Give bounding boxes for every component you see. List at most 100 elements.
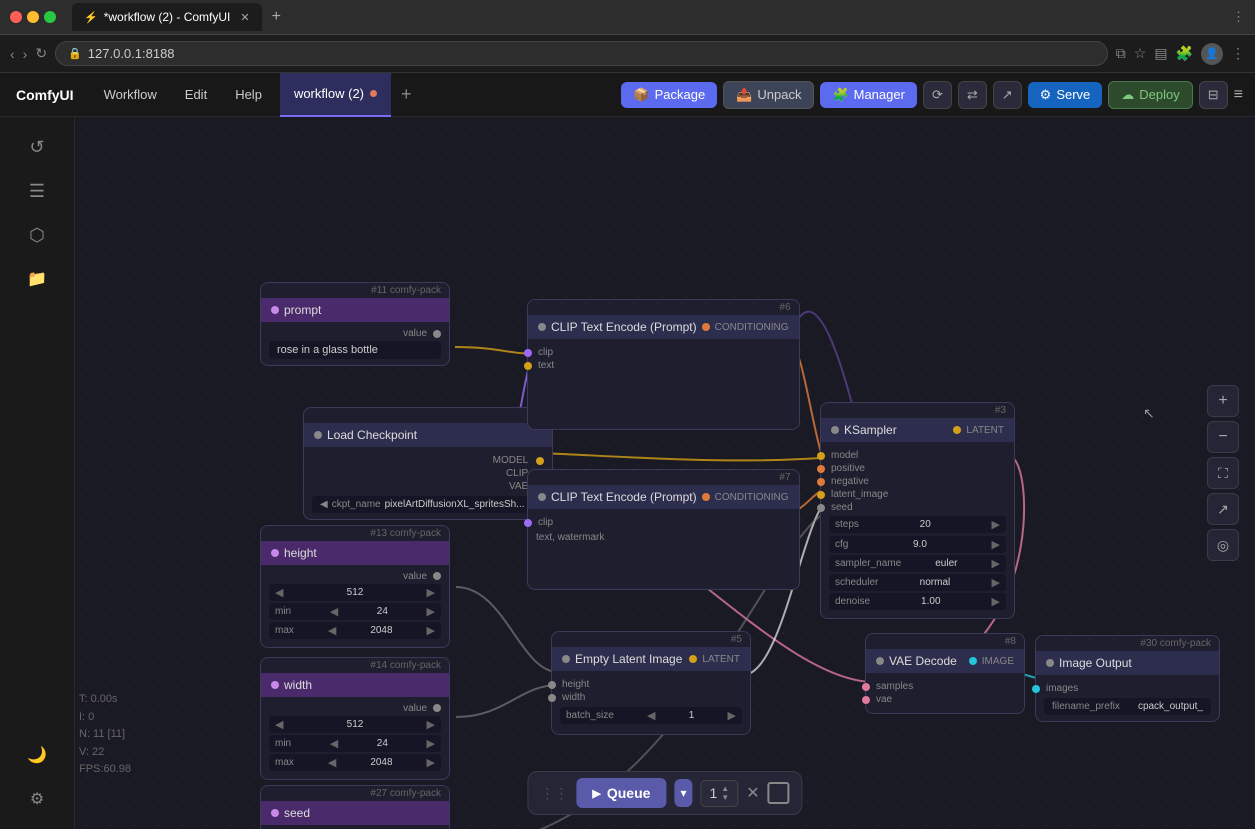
browser-menu-dots[interactable]: ⋮ — [1231, 45, 1245, 62]
bookmark-icon[interactable]: ☆ — [1134, 45, 1147, 62]
address-bar[interactable]: 🔒 127.0.0.1:8188 — [55, 41, 1108, 66]
node-prompt[interactable]: #11 comfy-pack prompt value rose in a gl… — [260, 282, 450, 366]
node-field-steps[interactable]: steps 20 ▶ — [829, 516, 1006, 533]
manager-button[interactable]: 🧩 Manager — [820, 82, 917, 108]
zoom-in-button[interactable]: + — [1207, 385, 1239, 417]
fullscreen-button[interactable]: ⛶ — [1207, 457, 1239, 489]
sidebar-toggle[interactable]: ⊟ — [1199, 81, 1228, 109]
app-menu-help[interactable]: Help — [221, 73, 276, 117]
node-field-width-min[interactable]: min ◀ 24 ▶ — [269, 735, 441, 752]
node-field-sampler[interactable]: sampler_name euler ▶ — [829, 555, 1006, 572]
new-tab-button[interactable]: + — [266, 6, 287, 28]
tab-favicon: ⚡ — [84, 11, 98, 24]
package-icon: 📦 — [633, 87, 649, 103]
browser-tab-bar: ⚡ *workflow (2) - ComfyUI ✕ + — [72, 3, 1224, 31]
extensions-icon[interactable]: ▤ — [1154, 45, 1167, 62]
stepper-down-icon[interactable]: ▼ — [721, 794, 729, 802]
traffic-light-yellow[interactable] — [27, 11, 39, 23]
unpack-button[interactable]: 📤 Unpack — [723, 81, 814, 109]
node-header-3: KSampler LATENT — [821, 418, 1014, 442]
nav-icons: ⧉ ☆ ▤ 🧩 👤 ⋮ — [1116, 43, 1245, 65]
browser-tab-active[interactable]: ⚡ *workflow (2) - ComfyUI ✕ — [72, 3, 262, 31]
node-title-5: Empty Latent Image — [575, 652, 682, 666]
grip-dots-icon[interactable]: ⋮⋮ — [540, 785, 568, 802]
node-field-height-min[interactable]: min ◀ 24 ▶ — [269, 603, 441, 620]
node-title-lc: Load Checkpoint — [327, 428, 417, 442]
node-field-width-max[interactable]: max ◀ 2048 ▶ — [269, 754, 441, 771]
node-header-5: Empty Latent Image LATENT — [552, 647, 750, 671]
app-menu-edit[interactable]: Edit — [171, 73, 221, 117]
tab-close-icon[interactable]: ✕ — [240, 11, 249, 24]
node-title-8: VAE Decode — [889, 654, 957, 668]
node-field-width-value[interactable]: ◀ 512 ▶ — [269, 716, 441, 733]
zoom-out-button[interactable]: − — [1207, 421, 1239, 453]
node-body-7: clip text, watermark — [528, 509, 799, 589]
open-in-tab-icon[interactable]: ⧉ — [1116, 45, 1126, 62]
node-id-lc: #4 — [304, 408, 552, 423]
node-vae-decode[interactable]: #8 VAE Decode IMAGE samples vae — [865, 633, 1025, 714]
node-empty-latent[interactable]: #5 Empty Latent Image LATENT height widt… — [551, 631, 751, 735]
serve-icon: ⚙ — [1040, 87, 1052, 103]
queue-dropdown-button[interactable]: ▾ — [674, 779, 692, 807]
node-field-filename[interactable]: filename_prefix cpack_output_ — [1044, 698, 1211, 715]
node-body-prompt: value rose in a glass bottle — [261, 322, 449, 365]
play-icon: ▶ — [592, 787, 600, 800]
node-field-scheduler[interactable]: scheduler normal ▶ — [829, 574, 1006, 591]
traffic-light-green[interactable] — [44, 11, 56, 23]
node-clip-encode-6[interactable]: #6 CLIP Text Encode (Prompt) CONDITIONIN… — [527, 299, 800, 430]
header-actions: 📦 Package 📤 Unpack 🧩 Manager ⟳ ⇄ ↗ ⚙ Ser… — [621, 81, 1255, 109]
node-ksampler[interactable]: #3 KSampler LATENT model positive neg — [820, 402, 1015, 619]
stepper-up-icon[interactable]: ▲ — [721, 785, 729, 793]
queue-stop-button[interactable] — [768, 782, 790, 804]
arrow-up-right-button[interactable]: ↗ — [1207, 493, 1239, 525]
node-height[interactable]: #13 comfy-pack height value ◀ 512 ▶ min … — [260, 525, 450, 648]
queue-button[interactable]: ▶ Queue — [576, 778, 666, 808]
node-image-output[interactable]: #30 comfy-pack Image Output images filen… — [1035, 635, 1220, 722]
serve-button[interactable]: ⚙ Serve — [1028, 82, 1103, 108]
app-menu-workflow[interactable]: Workflow — [90, 73, 171, 117]
sidebar-item-moon[interactable]: 🌙 — [17, 735, 57, 775]
node-header-30: Image Output — [1036, 651, 1219, 675]
nav-refresh-button[interactable]: ↻ — [35, 45, 47, 62]
sidebar-item-folder[interactable]: 📁 — [17, 259, 57, 299]
icon-btn-3[interactable]: ↗ — [993, 81, 1022, 109]
queue-cancel-button[interactable]: ✕ — [746, 783, 759, 803]
canvas-area[interactable]: #11 comfy-pack prompt value rose in a gl… — [75, 117, 1255, 829]
workflow-tab[interactable]: workflow (2) — [280, 73, 391, 117]
sidebar-item-list[interactable]: ☰ — [17, 171, 57, 211]
sidebar-item-settings[interactable]: ⚙ — [17, 779, 57, 819]
node-width[interactable]: #14 comfy-pack width value ◀ 512 ▶ min ◀ — [260, 657, 450, 780]
node-field-prompt-value[interactable]: rose in a glass bottle — [269, 341, 441, 359]
browser-menu-icon[interactable]: ⋮ — [1232, 9, 1245, 25]
add-tab-button[interactable]: + — [391, 84, 422, 105]
puzzle-icon[interactable]: 🧩 — [1176, 45, 1193, 62]
node-title-3: KSampler — [844, 423, 897, 437]
node-field-height-value[interactable]: ◀ 512 ▶ — [269, 584, 441, 601]
settings-icon[interactable]: ≡ — [1234, 86, 1243, 104]
count-stepper: ▲ ▼ — [721, 785, 729, 802]
nav-forward-button[interactable]: › — [23, 46, 28, 62]
deploy-button[interactable]: ☁ Deploy — [1108, 81, 1192, 109]
account-icon[interactable]: 👤 — [1201, 43, 1223, 65]
tab-label: workflow (2) — [294, 86, 364, 101]
nav-back-button[interactable]: ‹ — [10, 46, 15, 62]
node-body-3: model positive negative latent_image see… — [821, 442, 1014, 618]
traffic-light-red[interactable] — [10, 11, 22, 23]
node-field-denoise[interactable]: denoise 1.00 ▶ — [829, 593, 1006, 610]
node-field-batch[interactable]: batch_size ◀ 1 ▶ — [560, 707, 742, 724]
node-seed[interactable]: #27 comfy-pack seed value ◀ 10 ▶ min -92… — [260, 785, 450, 829]
node-load-checkpoint[interactable]: #4 Load Checkpoint MODEL CLIP VAE — [303, 407, 553, 520]
node-field-ckpt[interactable]: ◀ ckpt_name pixelArtDiffusionXL_spritesS… — [312, 496, 544, 513]
node-field-cfg[interactable]: cfg 9.0 ▶ — [829, 536, 1006, 553]
status-bar: T: 0.00s I: 0 N: 11 [11] V: 22 FPS:60.98 — [79, 691, 131, 779]
node-title-7: CLIP Text Encode (Prompt) — [551, 490, 697, 504]
icon-btn-2[interactable]: ⇄ — [958, 81, 987, 109]
package-button[interactable]: 📦 Package — [621, 82, 717, 108]
queue-count-display: 1 ▲ ▼ — [700, 780, 738, 807]
node-clip-encode-7[interactable]: #7 CLIP Text Encode (Prompt) CONDITIONIN… — [527, 469, 800, 590]
sidebar-item-cube[interactable]: ⬡ — [17, 215, 57, 255]
icon-btn-1[interactable]: ⟳ — [923, 81, 952, 109]
sidebar-item-history[interactable]: ↺ — [17, 127, 57, 167]
node-field-height-max[interactable]: max ◀ 2048 ▶ — [269, 622, 441, 639]
eye-button[interactable]: ◎ — [1207, 529, 1239, 561]
